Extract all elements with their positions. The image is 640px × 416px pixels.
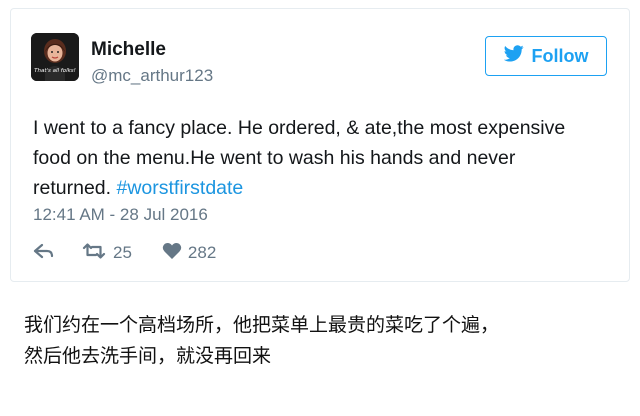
avatar[interactable]: That's all folks! xyxy=(31,33,79,81)
caption-line-1: 我们约在一个高档场所，他把菜单上最贵的菜吃了个遍， xyxy=(24,314,500,336)
tweet-timestamp[interactable]: 12:41 AM - 28 Jul 2016 xyxy=(33,205,208,225)
avatar-caption: That's all folks! xyxy=(34,68,76,74)
like-count: 282 xyxy=(187,243,217,262)
tweet-actions: 25 282 xyxy=(33,241,216,265)
tweet-body: I went to a fancy place. He ordered, & a… xyxy=(33,117,566,199)
caption-line-2: 然后他去洗手间，就没再回来 xyxy=(24,345,272,367)
retweet-icon xyxy=(81,242,107,265)
retweet-count: 25 xyxy=(113,243,132,262)
tweet-card: That's all folks! Michelle @mc_arthur123… xyxy=(10,8,630,282)
follow-label: Follow xyxy=(531,45,589,66)
heart-icon xyxy=(162,242,182,265)
chinese-caption: 我们约在一个高档场所，他把菜单上最贵的菜吃了个遍， 然后他去洗手间，就没再回来 xyxy=(24,310,624,372)
reply-icon xyxy=(33,243,55,264)
user-handle[interactable]: @mc_arthur123 xyxy=(91,66,213,86)
follow-button[interactable]: Follow xyxy=(485,36,607,76)
tweet-text: I went to a fancy place. He ordered, & a… xyxy=(33,113,593,203)
like-button[interactable]: 282 xyxy=(162,242,216,265)
display-name[interactable]: Michelle xyxy=(91,39,166,61)
retweet-button[interactable]: 25 xyxy=(81,242,132,265)
reply-button[interactable] xyxy=(33,243,55,264)
hashtag-link[interactable]: #worstfirstdate xyxy=(116,177,243,199)
twitter-bird-icon xyxy=(503,45,524,67)
